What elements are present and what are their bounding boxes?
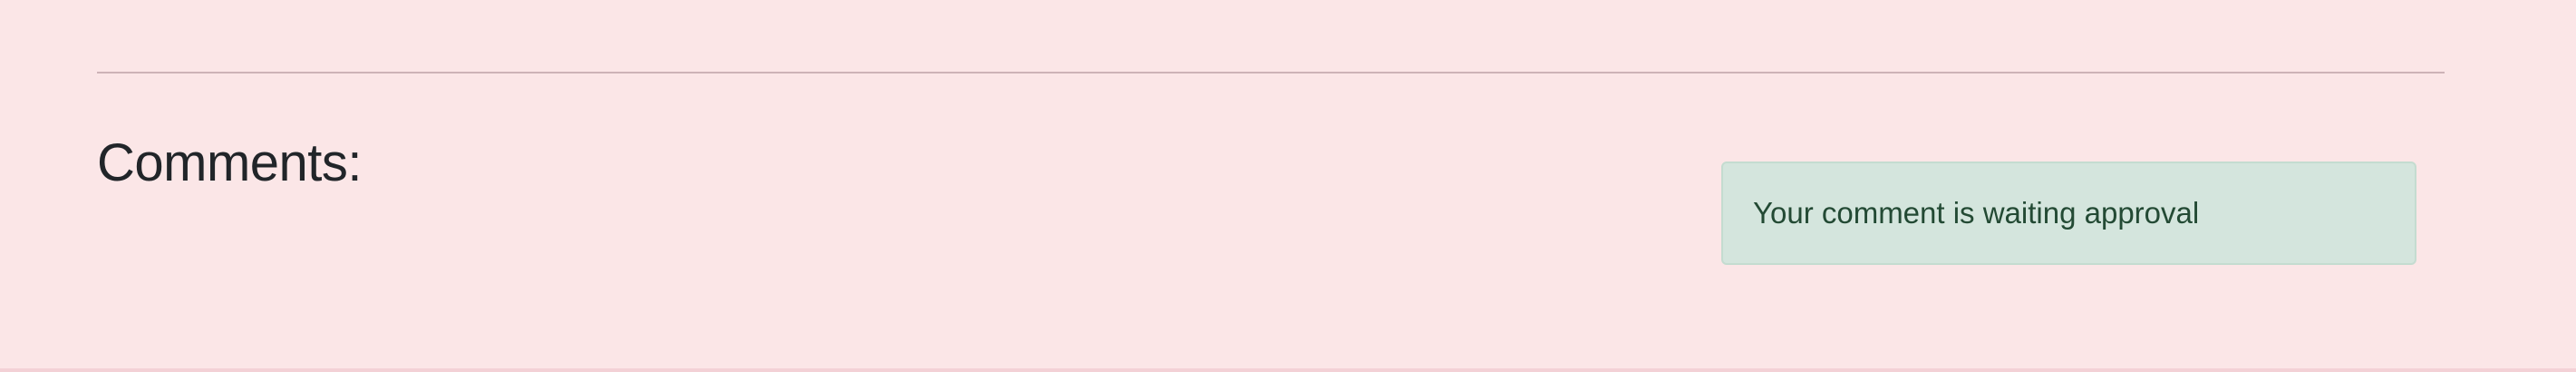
comments-heading: Comments: (97, 133, 363, 192)
comment-pending-alert: Your comment is waiting approval (1721, 162, 2416, 265)
section-divider (97, 72, 2445, 73)
page-bottom-edge (0, 368, 2576, 372)
comment-pending-message: Your comment is waiting approval (1753, 196, 2200, 230)
